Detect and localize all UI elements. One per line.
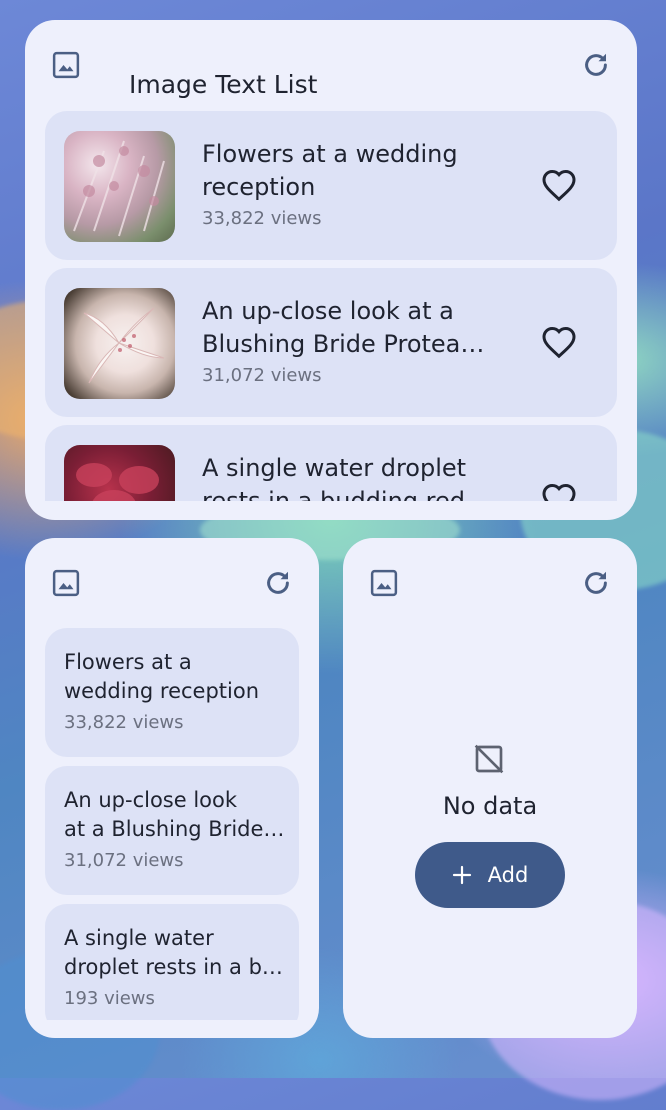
image-icon: [51, 50, 81, 80]
item-views: 33,822 views: [202, 208, 322, 229]
list-item[interactable]: A single water droplet rests in a buddin…: [45, 904, 299, 1020]
image-not-supported-icon: [473, 743, 505, 779]
item-views: 193 views: [64, 988, 155, 1009]
compact-list[interactable]: Flowers at a wedding reception 33,822 vi…: [45, 628, 299, 1020]
compact-list-widget: Flowers at a wedding reception 33,822 vi…: [25, 538, 319, 1038]
list-item[interactable]: An up-close look at a Blushing Bride Pro…: [45, 268, 617, 417]
item-title: Flowers at a wedding reception: [64, 650, 260, 703]
heart-outline-icon[interactable]: [541, 168, 577, 206]
item-title: A single water droplet rests in a buddin…: [64, 926, 286, 979]
item-title: An up-close look at a Blushing Bride flo…: [64, 788, 286, 841]
item-views: 33,822 views: [64, 712, 184, 733]
flower-thumbnail: [64, 131, 175, 242]
refresh-icon[interactable]: [581, 50, 611, 80]
list-item[interactable]: A single water droplet rests in a buddin…: [45, 425, 617, 501]
image-text-list[interactable]: Flowers at a wedding reception 33,822 vi…: [45, 111, 617, 501]
add-button[interactable]: Add: [415, 842, 565, 908]
refresh-icon[interactable]: [263, 568, 293, 598]
item-title: A single water droplet rests in a buddin…: [202, 454, 467, 501]
heart-outline-icon[interactable]: [541, 482, 577, 501]
image-icon: [369, 568, 399, 598]
item-title: Flowers at a wedding reception: [202, 140, 458, 201]
list-item[interactable]: Flowers at a wedding reception 33,822 vi…: [45, 628, 299, 757]
flower-thumbnail: [64, 288, 175, 399]
image-icon: [51, 568, 81, 598]
flower-thumbnail: [64, 445, 175, 501]
item-title: An up-close look at a Blushing Bride Pro…: [202, 297, 461, 358]
refresh-icon[interactable]: [581, 568, 611, 598]
widget-title: Image Text List: [129, 70, 318, 99]
empty-state-widget: No data Add: [343, 538, 637, 1038]
item-views: 31,072 views: [202, 365, 322, 386]
list-item[interactable]: An up-close look at a Blushing Bride flo…: [45, 766, 299, 895]
empty-message: No data: [442, 792, 538, 820]
image-text-list-widget: Image Text List Flowers at a wedding rec…: [25, 20, 637, 520]
plus-icon: [452, 865, 472, 885]
add-button-label: Add: [487, 863, 529, 887]
item-views: 31,072 views: [64, 850, 184, 871]
heart-outline-icon[interactable]: [541, 325, 577, 363]
list-item[interactable]: Flowers at a wedding reception 33,822 vi…: [45, 111, 617, 260]
